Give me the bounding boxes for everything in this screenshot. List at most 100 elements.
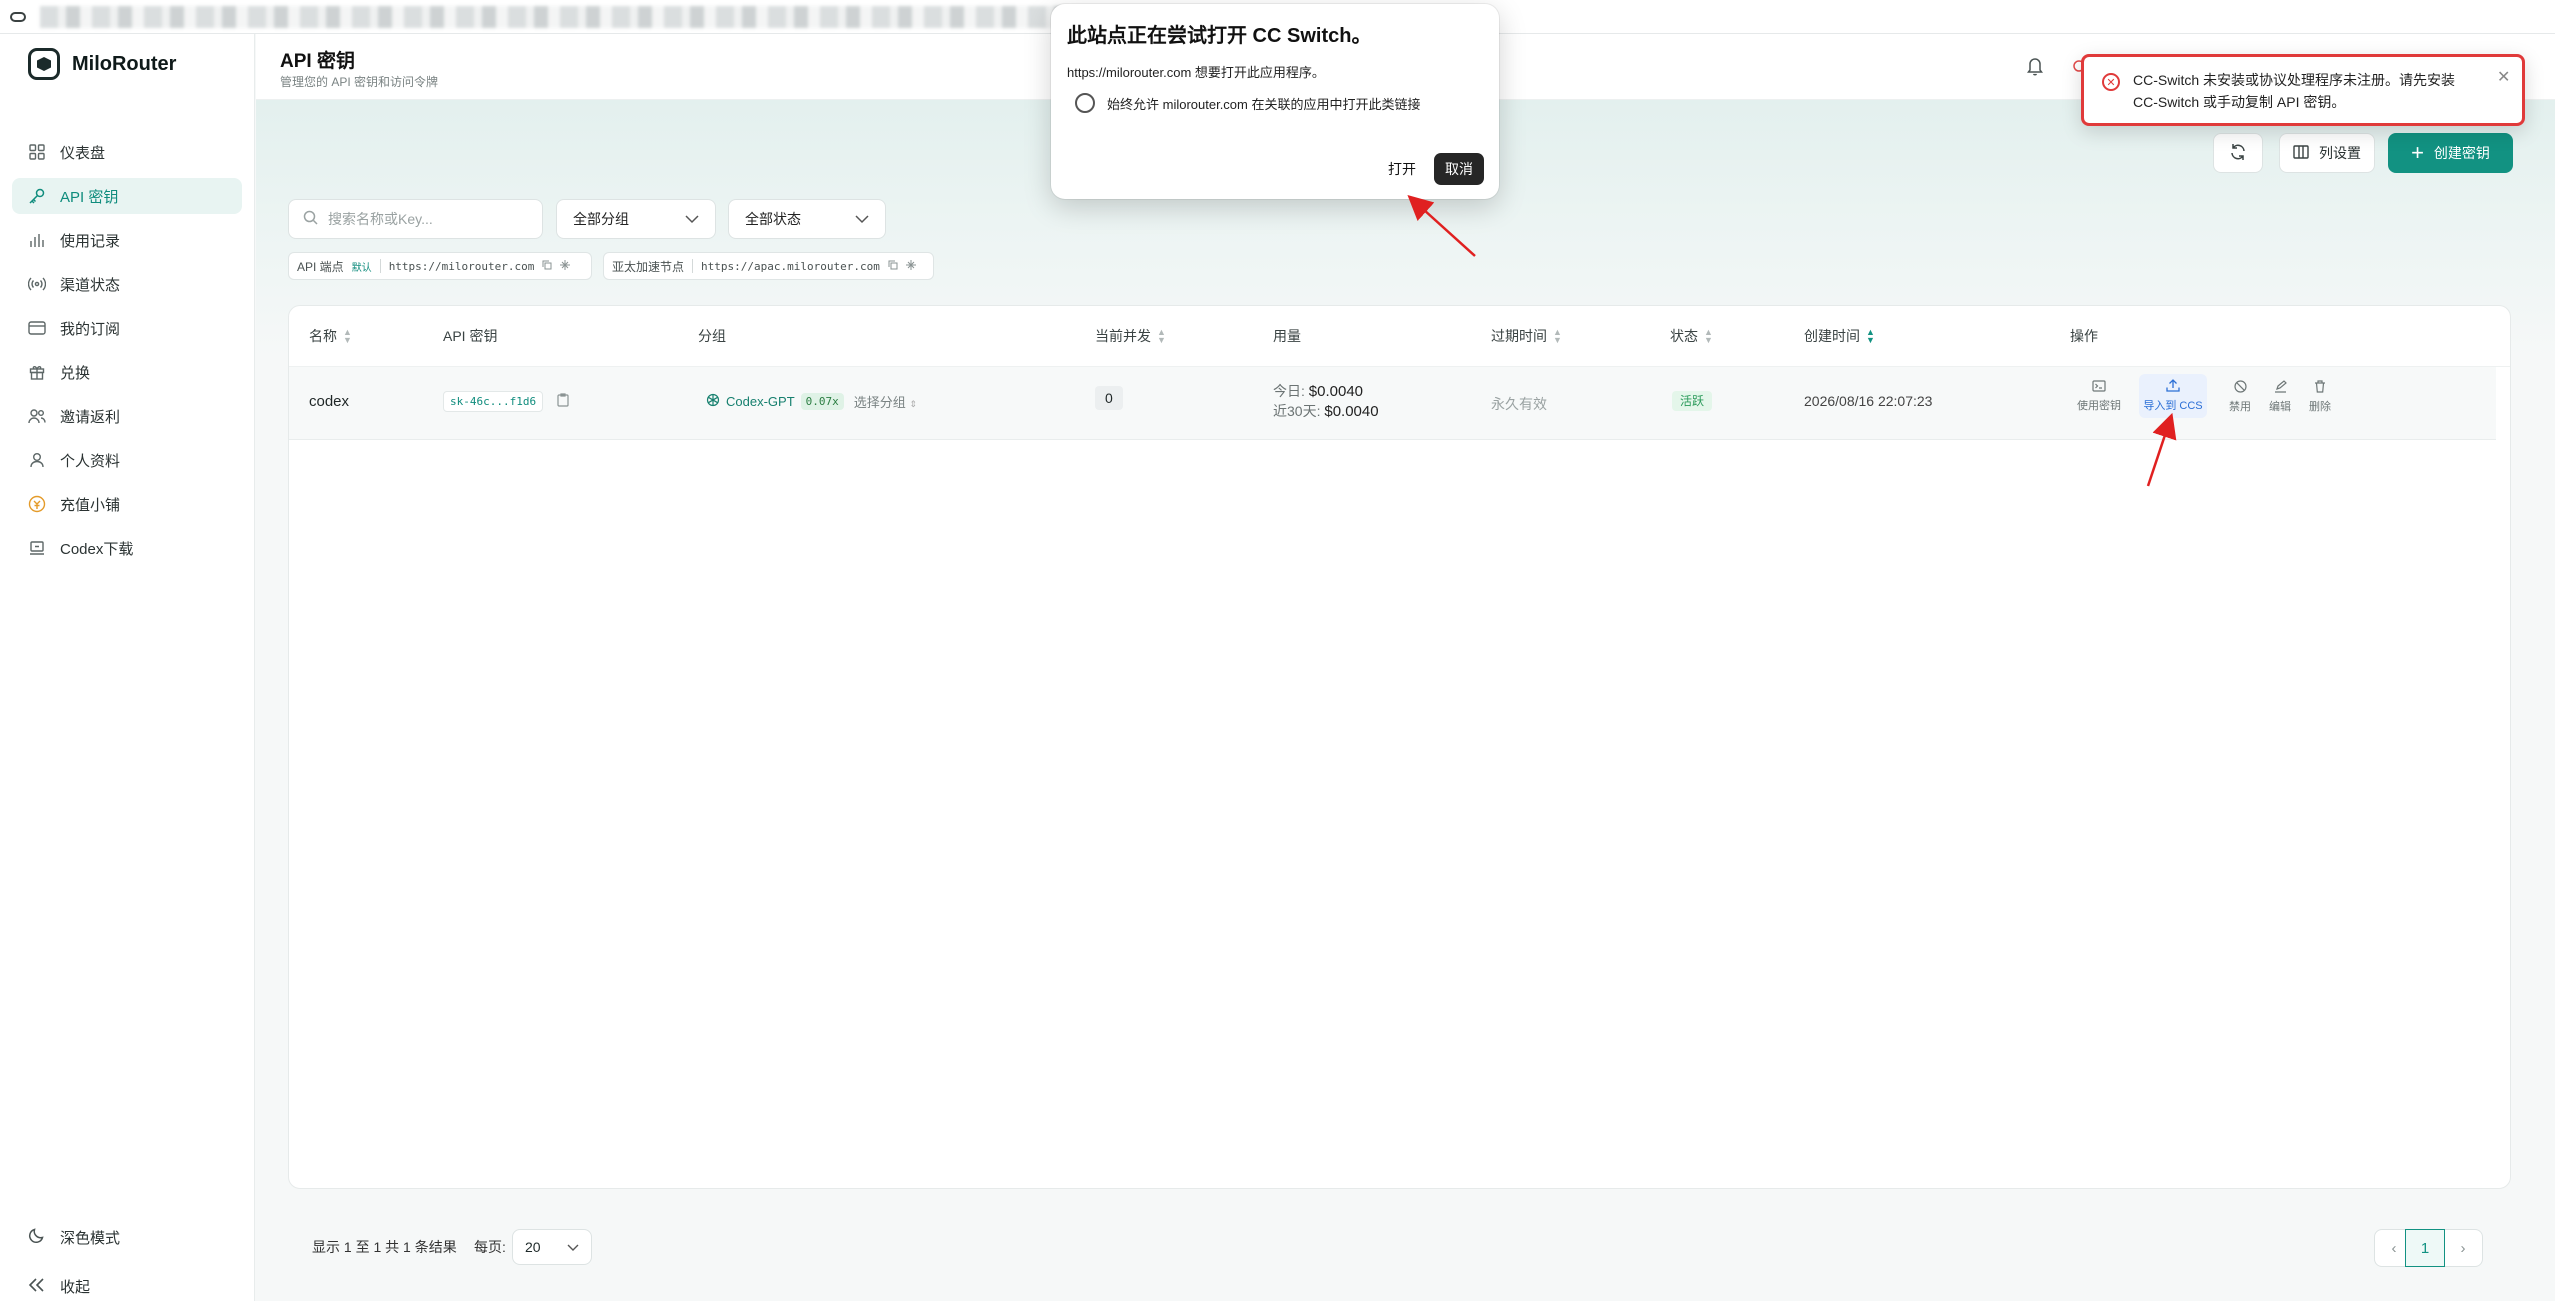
column-settings-button[interactable]: 列设置 — [2279, 133, 2375, 173]
import-to-ccs-label: 导入到 CCS — [2143, 400, 2203, 412]
column-header-expires[interactable]: 过期时间 ▲ ▼ — [1491, 326, 1562, 346]
brand[interactable]: MiloRouter — [28, 48, 176, 80]
bell-icon[interactable] — [2026, 56, 2044, 80]
moon-icon — [28, 1226, 46, 1248]
delete-label: 删除 — [2309, 401, 2331, 413]
brand-name: MiloRouter — [72, 52, 177, 75]
page-button[interactable]: 1 — [2405, 1229, 2445, 1267]
sidebar-item-usage[interactable]: 使用记录 — [12, 222, 242, 258]
page-subtitle: 管理您的 API 密钥和访问令牌 — [280, 75, 439, 89]
column-header-label: API 密钥 — [443, 328, 498, 344]
chevron-right-icon: › — [2460, 1239, 2466, 1257]
usage-30d-label: 近30天: — [1273, 403, 1321, 419]
sort-icon: ▲ ▼ — [1704, 327, 1713, 345]
pagination-info: 显示 1 至 1 共 1 条结果 — [312, 1239, 457, 1255]
toast-message: CC-Switch 未安装或协议处理程序未注册。请先安装 CC-Switch 或… — [2133, 72, 2456, 110]
column-header-concurrency[interactable]: 当前并发 ▲ ▼ — [1095, 326, 1166, 346]
pagination: 显示 1 至 1 共 1 条结果 每页: 20 ‹ 1 › — [288, 1219, 2511, 1275]
ban-icon — [2233, 380, 2247, 396]
usage-today: 今日: $0.0040 — [1273, 381, 1379, 401]
status-filter-select[interactable]: 全部状态 — [728, 199, 886, 239]
sort-icon: ▲ ▼ — [1157, 327, 1166, 345]
column-header-label: 创建时间 — [1804, 328, 1860, 344]
created-value: 2026/08/16 22:07:23 — [1804, 393, 1933, 409]
group-name: Codex-GPT — [726, 394, 795, 409]
refresh-button[interactable] — [2213, 133, 2263, 173]
sidebar-item-label: API 密钥 — [60, 188, 119, 206]
status-cell: 活跃 — [1672, 391, 1713, 411]
error-icon: ✕ — [2102, 73, 2120, 91]
collapse-sidebar-button[interactable]: 收起 — [28, 1276, 90, 1297]
users-icon — [28, 407, 46, 425]
error-toast: ✕ CC-Switch 未安装或协议处理程序未注册。请先安装 CC-Switch… — [2081, 54, 2525, 126]
column-header-actions: 操作 — [2070, 326, 2098, 346]
chevron-down-icon — [685, 211, 699, 227]
sort-icon: ▲ ▼ — [343, 327, 352, 345]
sidebar-item-redeem[interactable]: 兑换 — [12, 354, 242, 390]
search-box[interactable] — [288, 199, 543, 239]
per-page-select[interactable]: 20 — [512, 1229, 592, 1265]
dialog-message: https://milorouter.com 想要打开此应用程序。 — [1067, 65, 1325, 80]
delete-button[interactable]: 删除 — [2298, 380, 2342, 414]
group-filter-select[interactable]: 全部分组 — [556, 199, 716, 239]
open-app-button[interactable]: 打开 — [1381, 153, 1423, 185]
sidebar: MiloRouter 仪表盘 API 密钥 使用记录 渠道状态 我的订阅 兑换 … — [0, 34, 255, 1301]
column-header-usage: 用量 — [1273, 326, 1301, 346]
create-key-button[interactable]: + 创建密钥 — [2388, 133, 2513, 173]
chevron-updown-icon: ⇕ — [909, 399, 917, 409]
sidebar-item-channel-status[interactable]: 渠道状态 — [12, 266, 242, 302]
group-filter-value: 全部分组 — [573, 211, 629, 227]
divider — [379, 259, 381, 273]
copy-icon[interactable] — [542, 259, 552, 273]
sidebar-item-topup-shop[interactable]: 充值小铺 — [12, 486, 242, 522]
api-keys-table: 名称 ▲ ▼ API 密钥 分组 当前并发 ▲ ▼ 用量 过期时间 ▲ ▼ 状态 ▲ ▼ 创建时… — [288, 305, 2511, 1189]
search-input[interactable] — [328, 211, 528, 227]
sparkle-icon[interactable] — [905, 259, 916, 273]
sidebar-item-label: 邀请返利 — [60, 408, 121, 426]
sidebar-item-codex-download[interactable]: Codex下载 — [12, 530, 242, 566]
sparkle-icon[interactable] — [560, 259, 571, 273]
select-group-dropdown[interactable]: 选择分组 ⇕ — [854, 392, 917, 411]
use-key-button[interactable]: 使用密钥 — [2077, 380, 2121, 413]
column-header-key: API 密钥 — [443, 326, 497, 346]
gift-icon — [28, 363, 46, 381]
sort-icon: ▲ ▼ — [1866, 327, 1875, 345]
always-allow-option[interactable]: 始终允许 milorouter.com 在关联的应用中打开此类链接 — [1075, 93, 1420, 113]
api-key-masked[interactable]: sk-46c...f1d6 — [443, 391, 544, 412]
sidebar-item-referral[interactable]: 邀请返利 — [12, 398, 242, 434]
import-to-ccs-button[interactable]: 导入到 CCS — [2139, 374, 2207, 418]
concurrency-cell: 0 — [1095, 386, 1123, 410]
close-icon[interactable]: ✕ — [2497, 67, 2510, 87]
user-icon — [28, 451, 46, 469]
expires-value: 永久有效 — [1491, 396, 1547, 412]
sidebar-item-profile[interactable]: 个人资料 — [12, 442, 242, 478]
sidebar-item-dashboard[interactable]: 仪表盘 — [12, 134, 242, 170]
columns-icon — [2293, 144, 2309, 162]
column-header-label: 用量 — [1273, 328, 1301, 344]
column-header-name[interactable]: 名称 ▲ ▼ — [309, 326, 352, 346]
usage-30d: 近30天: $0.0040 — [1273, 401, 1379, 421]
divider — [692, 259, 694, 273]
edit-button[interactable]: 编辑 — [2258, 380, 2302, 414]
column-header-label: 操作 — [2070, 328, 2098, 344]
brand-logo-icon — [28, 48, 60, 80]
next-page-button[interactable]: › — [2443, 1229, 2483, 1267]
column-settings-label: 列设置 — [2319, 145, 2361, 161]
endpoint-url: https://milorouter.com — [388, 259, 535, 273]
credit-card-icon — [28, 319, 46, 337]
copy-icon[interactable] — [557, 392, 569, 411]
dark-mode-toggle[interactable]: 深色模式 — [28, 1226, 120, 1248]
sidebar-item-label: Codex下载 — [60, 540, 134, 558]
copy-icon[interactable] — [888, 259, 898, 273]
dashboard-icon — [28, 143, 46, 161]
column-header-created[interactable]: 创建时间 ▲ ▼ — [1804, 326, 1875, 346]
per-page-value: 20 — [525, 1239, 541, 1255]
blurred-address-text — [40, 5, 1080, 28]
disable-button[interactable]: 禁用 — [2218, 380, 2262, 414]
always-allow-checkbox[interactable] — [1075, 93, 1095, 113]
cancel-button[interactable]: 取消 — [1434, 153, 1484, 185]
sidebar-item-subscription[interactable]: 我的订阅 — [12, 310, 242, 346]
sidebar-item-api-keys[interactable]: API 密钥 — [12, 178, 242, 214]
column-header-status[interactable]: 状态 ▲ ▼ — [1670, 326, 1713, 346]
group-chip[interactable]: Codex-GPT 0.07x — [706, 393, 844, 410]
